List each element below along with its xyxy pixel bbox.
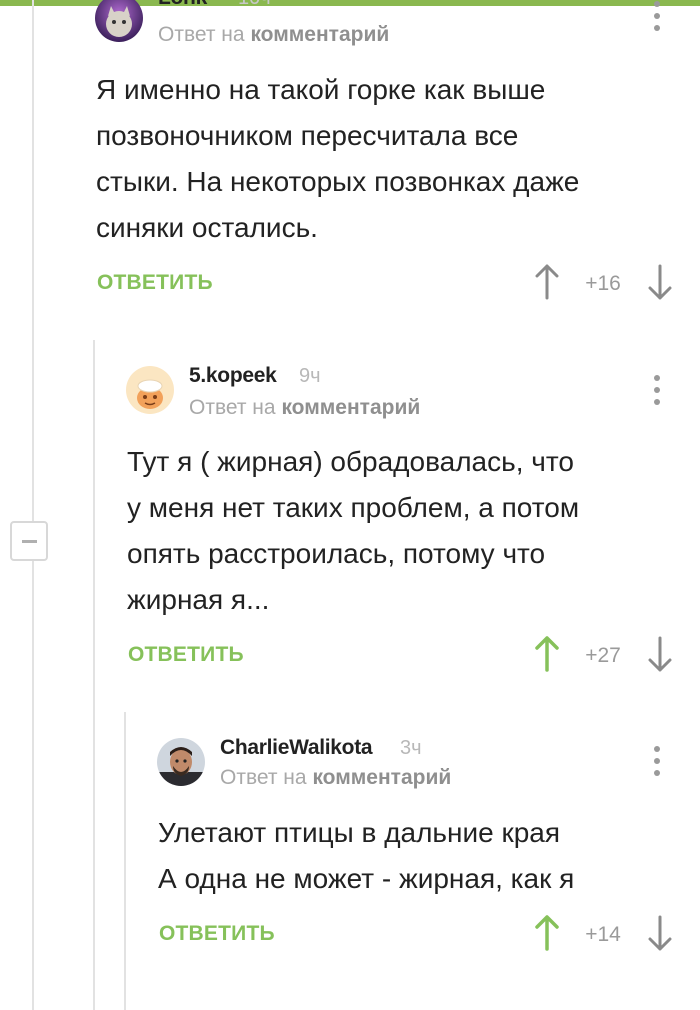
comment-text-line: Тут я ( жирная) обрадовалась, что — [127, 446, 574, 477]
comment-text: Улетают птицы в дальние края А одна не м… — [158, 810, 574, 902]
avatar[interactable] — [126, 366, 174, 414]
comment-1: Lohk 10ч Ответ на комментарий Я именно н… — [0, 0, 700, 320]
arrow-down-icon[interactable] — [647, 915, 673, 951]
comment-2: 5.kopeek 9ч Ответ на комментарий Тут я (… — [0, 340, 700, 700]
reply-to-target[interactable]: комментарий — [281, 396, 420, 419]
comment-text-line: А одна не может - жирная, как я — [158, 863, 575, 894]
comment-text-line: Я именно на такой горке как выше — [96, 74, 546, 105]
vote-controls: +27 — [530, 636, 680, 676]
reply-to-link[interactable]: Ответ на комментарий — [158, 23, 389, 47]
arrow-down-icon[interactable] — [647, 264, 673, 300]
author-name[interactable]: 5.kopeek — [189, 364, 277, 388]
vote-score: +16 — [585, 272, 621, 295]
reply-button[interactable]: ОТВЕТИТЬ — [97, 271, 213, 295]
vote-score: +14 — [585, 923, 621, 946]
comment-text-line: позвоночником пересчитала все — [96, 120, 519, 151]
comment-time: 10ч — [238, 0, 271, 10]
avatar-image — [126, 366, 174, 414]
comment-text-line: Улетают птицы в дальние края — [158, 817, 561, 848]
comment-3: CharlieWalikota 3ч Ответ на комментарий … — [0, 712, 700, 1010]
vote-controls: +16 — [530, 264, 680, 304]
arrow-up-icon[interactable] — [534, 264, 560, 300]
comments-page: Lohk 10ч Ответ на комментарий Я именно н… — [0, 0, 700, 1010]
comment-text-line: жирная я... — [127, 584, 270, 615]
reply-to-target[interactable]: комментарий — [312, 766, 451, 789]
vote-score: +27 — [585, 644, 621, 667]
more-vertical-icon[interactable] — [652, 1, 662, 33]
comment-text-line: стыки. На некоторых позвонках даже — [96, 166, 580, 197]
comment-time: 9ч — [299, 365, 321, 387]
more-vertical-icon[interactable] — [652, 746, 662, 778]
more-vertical-icon[interactable] — [652, 375, 662, 407]
comment-text: Я именно на такой горке как выше позвоно… — [96, 67, 579, 251]
arrow-up-icon[interactable] — [534, 915, 560, 951]
reply-to-prefix: Ответ на — [158, 23, 245, 46]
reply-to-prefix: Ответ на — [220, 766, 307, 789]
reply-to-link[interactable]: Ответ на комментарий — [220, 766, 451, 790]
avatar-image — [157, 738, 205, 786]
author-name[interactable]: Lohk — [158, 0, 207, 10]
comment-text: Тут я ( жирная) обрадовалась, что у меня… — [127, 439, 579, 623]
author-name[interactable]: CharlieWalikota — [220, 736, 373, 760]
vote-controls: +14 — [530, 915, 680, 955]
arrow-up-icon[interactable] — [534, 636, 560, 672]
comment-time: 3ч — [400, 737, 422, 759]
comment-text-line: у меня нет таких проблем, а потом — [127, 492, 580, 523]
reply-button[interactable]: ОТВЕТИТЬ — [159, 922, 275, 946]
comment-text-line: синяки остались. — [96, 212, 318, 243]
avatar[interactable] — [157, 738, 205, 786]
comment-text-line: опять расстроилась, потому что — [127, 538, 546, 569]
arrow-down-icon[interactable] — [647, 636, 673, 672]
avatar[interactable] — [95, 0, 143, 42]
reply-to-target[interactable]: комментарий — [250, 23, 389, 46]
reply-button[interactable]: ОТВЕТИТЬ — [128, 643, 244, 667]
reply-to-prefix: Ответ на — [189, 396, 276, 419]
avatar-image — [95, 0, 143, 42]
reply-to-link[interactable]: Ответ на комментарий — [189, 396, 420, 420]
